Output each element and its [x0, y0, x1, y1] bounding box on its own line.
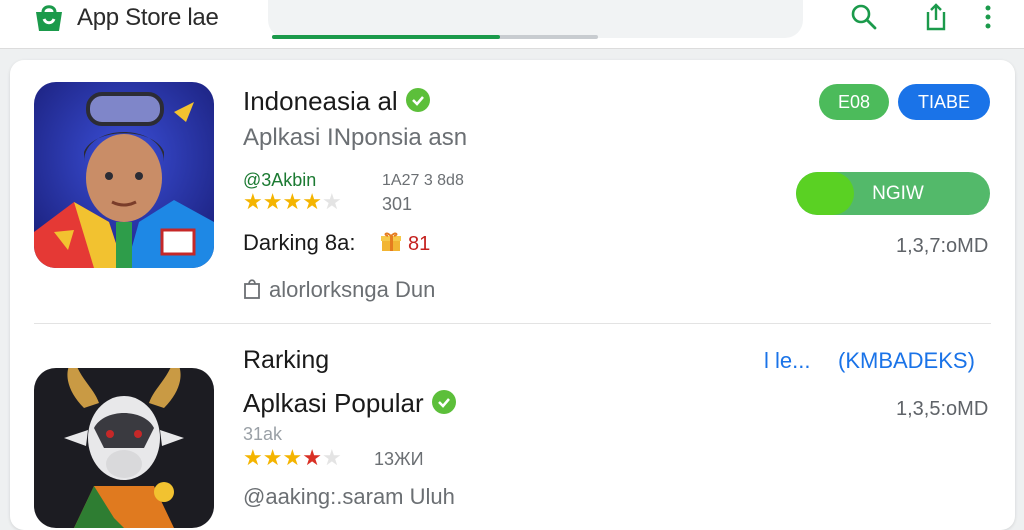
top-app-bar: App Store lae [0, 0, 1024, 49]
app1-title-row[interactable]: Indoneasia al [243, 86, 430, 116]
search-bar[interactable] [268, 0, 803, 38]
app2-badge-text: 31ak [243, 424, 283, 444]
store-bag-icon[interactable] [32, 3, 66, 33]
section-label: Rarking [243, 346, 330, 374]
app2-size: 1,3,5:oMD [896, 398, 989, 420]
app2-rating-count: 13ЖИ [374, 449, 424, 469]
chip-blue[interactable]: TIABE [898, 84, 990, 120]
install-button[interactable]: NGIW [796, 172, 990, 215]
app1-meta-top: 1A27 3 8d8 [382, 172, 464, 189]
gift-icon [380, 231, 402, 258]
more-vert-icon[interactable] [978, 0, 998, 34]
star-filled-icon: ★ [262, 445, 283, 470]
star-red-icon: ★ [302, 445, 322, 470]
app1-title: Indoneasia al [243, 86, 398, 116]
verified-check-icon [405, 88, 430, 113]
app2-title-row[interactable]: Aplkasi Popular [243, 388, 456, 418]
app1-ranking-value: 81 [408, 233, 431, 255]
star-empty-icon: ★ [321, 189, 342, 214]
star-filled-icon: ★ [282, 189, 303, 214]
star-filled-icon: ★ [243, 189, 263, 214]
star-empty-icon: ★ [321, 445, 342, 470]
install-label: NGIW [872, 183, 924, 204]
verified-check-icon [431, 390, 456, 415]
app1-meta-bottom: 301 [382, 194, 413, 214]
row-divider [34, 323, 991, 324]
app2-developer: @aaking:.saram Uluh [243, 484, 455, 509]
star-filled-icon: ★ [282, 445, 303, 470]
chip-green[interactable]: E08 [819, 84, 889, 120]
search-icon[interactable] [848, 0, 880, 34]
app1-ranking-label: Darking 8a: [243, 230, 356, 255]
loading-progress-bar [272, 35, 598, 39]
share-icon[interactable] [920, 0, 952, 34]
bag-outline-icon [243, 278, 261, 305]
star-filled-icon: ★ [243, 445, 263, 470]
app1-footer-text: alorlorksnga Dun [269, 277, 436, 302]
app1-developer[interactable]: @3Akbin [243, 170, 316, 190]
more-link[interactable]: l le... [764, 348, 810, 374]
loading-progress-fill [272, 35, 501, 39]
app-icon-hero[interactable] [34, 82, 214, 268]
star-filled-icon: ★ [262, 189, 283, 214]
app2-title: Aplkasi Popular [243, 388, 424, 418]
app2-star-rating: ★★★★★ [243, 446, 342, 470]
tag-link[interactable]: (KMBADEKS) [838, 348, 975, 374]
app-title: App Store lae [77, 4, 219, 31]
star-filled-icon: ★ [302, 189, 322, 214]
app1-star-rating: ★★★★★ [243, 190, 342, 214]
app-icon-goat[interactable] [34, 368, 214, 528]
app1-subtitle: Aplkasi INponsia asn [243, 124, 468, 151]
app1-size: 1,3,7:oMD [896, 235, 989, 257]
